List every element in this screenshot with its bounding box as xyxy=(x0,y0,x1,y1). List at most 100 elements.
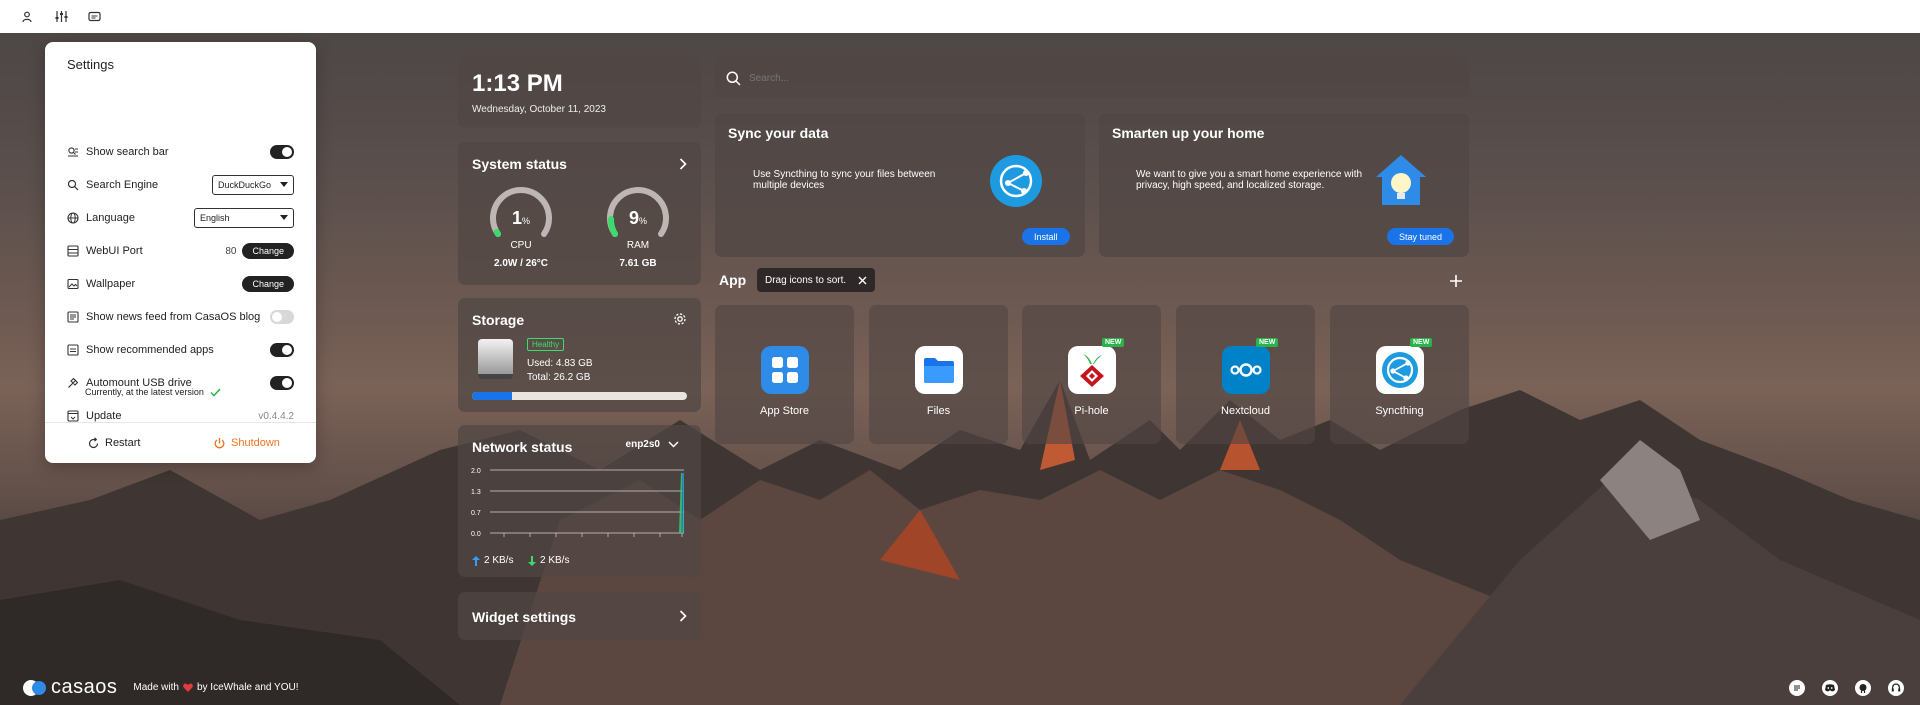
drag-sort-tooltip-text: Drag icons to sort. xyxy=(765,274,847,286)
network-interface-select[interactable]: enp2s0 xyxy=(626,439,679,450)
github-icon[interactable] xyxy=(1855,680,1871,696)
network-widget: Network status enp2s0 2.0 1.3 0.7 0.0 2 … xyxy=(458,425,701,577)
smart-home-promo-text: We want to give you a smart home experie… xyxy=(1136,169,1363,191)
server-icon xyxy=(67,245,79,257)
update-icon xyxy=(67,410,79,422)
language-label: Language xyxy=(86,212,135,224)
health-badge: Healthy xyxy=(527,338,565,351)
search-list-icon xyxy=(67,146,79,158)
update-status-text: Currently, at the latest version xyxy=(85,387,204,397)
webui-port-change-button[interactable]: Change xyxy=(242,243,294,259)
arrow-up-icon xyxy=(472,555,480,566)
app-name: Pi-hole xyxy=(1074,405,1109,417)
wallpaper-row: Wallpaper Change xyxy=(67,273,294,295)
chat-icon[interactable] xyxy=(1789,680,1805,696)
update-version: v0.4.4.2 xyxy=(258,410,294,422)
app-tile-syncthing[interactable]: NEW Syncthing xyxy=(1330,305,1469,444)
stay-tuned-button[interactable]: Stay tuned xyxy=(1387,228,1455,245)
settings-sliders-icon[interactable] xyxy=(53,9,69,25)
app-name: Files xyxy=(926,405,951,417)
automount-toggle[interactable] xyxy=(270,376,294,390)
app-store-icon xyxy=(761,346,809,394)
app-tile-files[interactable]: Files xyxy=(869,305,1008,444)
top-bar xyxy=(0,0,1920,33)
update-label: Update xyxy=(86,410,122,422)
install-button[interactable]: Install xyxy=(1022,228,1070,245)
chevron-right-icon xyxy=(679,610,687,622)
ram-unit: % xyxy=(639,216,648,226)
gear-icon[interactable] xyxy=(673,312,687,326)
by-text: by IceWhale and YOU! xyxy=(196,682,299,693)
ram-percent: 9% xyxy=(603,208,673,229)
shutdown-button[interactable]: Shutdown xyxy=(213,432,280,454)
restart-icon xyxy=(88,436,99,448)
search-engine-row: Search Engine DuckDuckGo xyxy=(67,174,294,196)
new-badge: NEW xyxy=(1256,338,1279,347)
upload-rate: 2 KB/s xyxy=(472,555,513,566)
social-links xyxy=(1789,680,1904,696)
made-with-text: Made with xyxy=(133,682,179,693)
download-rate: 2 KB/s xyxy=(528,555,569,566)
settings-title: Settings xyxy=(67,57,114,72)
cpu-unit: % xyxy=(522,216,531,226)
recommended-apps-label: Show recommended apps xyxy=(86,344,214,356)
news-feed-toggle[interactable] xyxy=(270,310,294,324)
pi-hole-icon xyxy=(1068,346,1116,394)
support-icon[interactable] xyxy=(1888,680,1904,696)
y-tick-label: 0.0 xyxy=(471,531,481,538)
storage-total: Total: 26.2 GB xyxy=(527,372,591,383)
search-icon xyxy=(726,71,741,86)
power-icon xyxy=(214,437,225,448)
syncthing-logo-icon xyxy=(990,155,1042,207)
language-row: Language English xyxy=(67,207,294,229)
cpu-sub: 2.0W / 26°C xyxy=(493,258,549,269)
search-bar[interactable] xyxy=(715,58,1469,98)
widget-settings-button[interactable]: Widget settings xyxy=(458,592,701,640)
search-input[interactable] xyxy=(749,72,1449,84)
new-badge: NEW xyxy=(1410,338,1433,347)
system-status-widget: System status 1% CPU 2.0W / 26°C 9% RAM … xyxy=(458,142,701,285)
messages-icon[interactable] xyxy=(86,9,102,25)
y-tick-label: 0.7 xyxy=(471,510,481,517)
close-icon[interactable] xyxy=(858,276,867,285)
update-row: Update v0.4.4.2 xyxy=(67,405,294,427)
apps-icon xyxy=(67,344,79,356)
restart-label: Restart xyxy=(105,437,141,449)
show-search-bar-toggle[interactable] xyxy=(270,145,294,159)
search-engine-select[interactable]: DuckDuckGo xyxy=(212,175,294,195)
app-tile-nextcloud[interactable]: NEW Nextcloud xyxy=(1176,305,1315,444)
webui-port-label: WebUI Port xyxy=(86,245,143,257)
recommended-apps-row: Show recommended apps xyxy=(67,339,294,361)
ram-label: RAM xyxy=(626,240,650,251)
image-icon xyxy=(67,278,79,290)
storage-title: Storage xyxy=(472,312,525,328)
system-status-title: System status xyxy=(472,156,567,172)
nextcloud-icon xyxy=(1222,346,1270,394)
new-badge: NEW xyxy=(1102,338,1125,347)
app-tile-pi-hole[interactable]: NEW Pi-hole xyxy=(1022,305,1161,444)
clock-time: 1:13 PM xyxy=(472,70,563,97)
restart-button[interactable]: Restart xyxy=(87,432,140,454)
sync-promo-title: Sync your data xyxy=(728,125,829,141)
show-search-bar-label: Show search bar xyxy=(86,146,169,158)
news-feed-label: Show news feed from CasaOS blog xyxy=(86,311,261,323)
widget-settings-title: Widget settings xyxy=(472,609,577,625)
wallpaper-label: Wallpaper xyxy=(86,278,136,290)
app-tile-app-store[interactable]: App Store xyxy=(715,305,854,444)
smart-home-bulb-icon xyxy=(1374,153,1428,207)
language-select[interactable]: English xyxy=(194,208,294,228)
chevron-right-icon[interactable] xyxy=(679,158,687,170)
smart-home-promo-title: Smarten up your home xyxy=(1112,125,1265,141)
sync-promo-card: Sync your data Use Syncthing to sync you… xyxy=(715,113,1085,257)
network-chart: 2.0 1.3 0.7 0.0 xyxy=(471,468,684,538)
wallpaper-change-button[interactable]: Change xyxy=(242,276,294,292)
account-icon[interactable] xyxy=(20,9,36,25)
footer-brand: casaos Made with by IceWhale and YOU! xyxy=(22,676,299,699)
syncthing-icon xyxy=(1376,346,1424,394)
discord-icon[interactable] xyxy=(1822,680,1838,696)
news-icon xyxy=(67,311,79,323)
add-app-icon[interactable] xyxy=(1450,275,1462,287)
y-tick-label: 1.3 xyxy=(471,489,481,496)
recommended-apps-toggle[interactable] xyxy=(270,343,294,357)
casaos-logo: casaos xyxy=(22,676,117,699)
